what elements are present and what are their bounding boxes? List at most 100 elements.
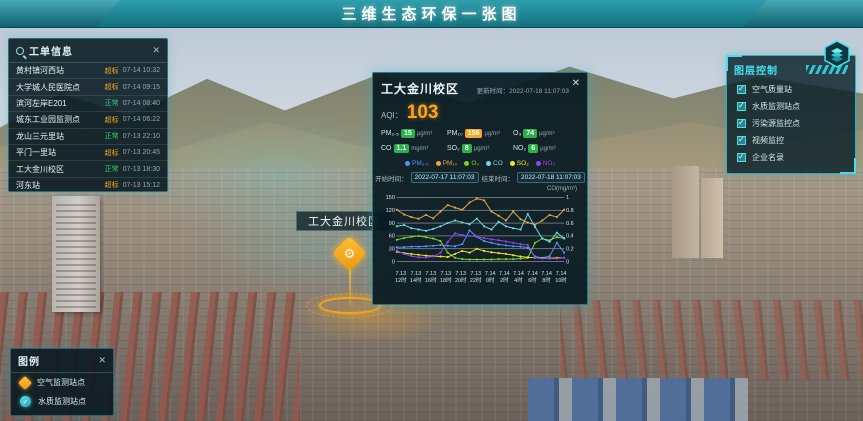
svg-text:0.4: 0.4 (566, 234, 574, 240)
alert-name: 滨河左岸E201 (16, 98, 101, 109)
close-icon[interactable]: ✕ (572, 78, 580, 89)
close-icon[interactable]: ✕ (152, 46, 160, 55)
pollutant-value-badge: 6 (528, 144, 538, 153)
layer-item[interactable]: 空气质量站 (727, 81, 855, 98)
alert-name: 城东工业园监测点 (16, 114, 101, 125)
layer-item[interactable]: 污染源监控点 (727, 115, 855, 132)
alert-name: 龙山三元里站 (16, 131, 101, 142)
alert-status-tag: 超标 (105, 180, 119, 190)
alert-time: 07-14 10:32 (123, 67, 160, 74)
x-axis-tick-label: 7.1312时 (395, 271, 407, 285)
layer-item[interactable]: 水质监测站点 (727, 98, 855, 115)
alert-row[interactable]: 龙山三元里站 正常 07-13 22:10 (9, 129, 167, 145)
x-axis-tick-label: 7.1410时 (555, 271, 567, 285)
alert-name: 黄村镇河西站 (16, 65, 101, 76)
chart-legend-item[interactable]: PM₂.₅ (405, 160, 429, 167)
alert-status-tag: 超标 (105, 82, 119, 92)
alert-row[interactable]: 平门一里站 超标 07-13 20:45 (9, 145, 167, 161)
legend-item-label: 空气监测站点 (37, 377, 85, 388)
legend-series-label: NO₂ (543, 160, 555, 167)
alert-list-panel: 工单信息 ✕ 黄村镇河西站 超标 07-14 10:32 大学城人民医院点 超标… (8, 38, 168, 192)
svg-text:0.2: 0.2 (566, 247, 574, 253)
checkbox[interactable] (737, 119, 746, 128)
chart-legend-item[interactable]: SO₂ (510, 160, 529, 167)
layer-panel-title: 图层控制 (734, 62, 778, 77)
svg-text:0: 0 (392, 259, 395, 265)
alert-time: 07-13 18:30 (123, 166, 160, 173)
map-legend-panel: 图例 ✕ 空气监测站点 ✓ 水质监测站点 (10, 348, 114, 416)
pollutant-grid: PM₂.₅ 15 μg/m³ PM₁₀ 156 μg/m³ O₃ 74 μg/m… (381, 129, 579, 153)
checkbox[interactable] (737, 85, 746, 94)
alert-name: 工大金川校区 (16, 164, 101, 175)
x-axis-labels: 7.1312时7.1314时7.1316时7.1318时7.1320时7.132… (381, 270, 579, 285)
legend-series-label: PM₁₀ (443, 160, 458, 167)
chart-legend-item[interactable]: O₃ (464, 160, 479, 167)
alert-time: 07-13 22:10 (123, 133, 160, 140)
alert-row[interactable]: 黄村镇河西站 超标 07-14 10:32 (9, 63, 167, 79)
tower-right-2 (701, 178, 723, 258)
checkbox[interactable] (737, 136, 746, 145)
alert-row[interactable]: 河东站 超标 07-13 15:12 (9, 178, 167, 194)
air-station-diamond-icon (18, 375, 32, 389)
alert-panel-header: 工单信息 ✕ (9, 39, 167, 63)
layer-item-label: 水质监测站点 (752, 101, 800, 112)
layer-item[interactable]: 视频监控 (727, 132, 855, 149)
alert-panel-title: 工单信息 (29, 43, 73, 58)
start-time-input[interactable]: 2022-07-17 11:07:03 (411, 172, 479, 183)
legend-color-dot (436, 161, 441, 166)
alert-time: 07-14 08:40 (123, 100, 160, 107)
chart-legend-item[interactable]: PM₁₀ (436, 160, 458, 167)
legend-color-dot (486, 161, 491, 166)
start-time-label: 开始时间： (375, 173, 408, 183)
alert-row[interactable]: 工大金川校区 正常 07-13 18:30 (9, 161, 167, 177)
legend-item: ✓ 水质监测站点 (11, 392, 113, 411)
x-axis-tick-label: 7.1314时 (410, 271, 422, 285)
residential-district-right (560, 300, 863, 380)
checkbox[interactable] (737, 102, 746, 111)
alert-status-tag: 正常 (105, 98, 119, 108)
alert-time: 07-14 06:22 (123, 116, 160, 123)
legend-color-dot (510, 161, 515, 166)
alert-name: 河东站 (16, 180, 101, 191)
station-detail-popup: ✕ 工大金川校区 更新时间：2022-07-18 11:07:03 AQI： 1… (372, 72, 588, 305)
pollutant-cell: CO 1.1 mg/m³ (381, 144, 447, 153)
layer-item-label: 污染源监控点 (752, 118, 800, 129)
x-axis-tick-label: 7.1322时 (470, 271, 482, 285)
pollutant-cell: PM₁₀ 156 μg/m³ (447, 129, 513, 138)
station-marker[interactable]: ⚙ (332, 236, 367, 271)
chart-legend-item[interactable]: CO (486, 160, 503, 167)
svg-text:90: 90 (389, 221, 395, 227)
aqi-label: AQI： (381, 110, 403, 121)
svg-text:30: 30 (389, 247, 395, 253)
layer-item[interactable]: 企业名录 (727, 149, 855, 166)
app-header: 三维生态环保一张图 (0, 0, 863, 28)
svg-text:0.6: 0.6 (566, 221, 574, 227)
checkbox[interactable] (737, 153, 746, 162)
x-axis-tick-label: 7.140时 (485, 271, 496, 285)
alert-row[interactable]: 大学城人民医院点 超标 07-14 09:15 (9, 79, 167, 95)
alert-row[interactable]: 滨河左岸E201 正常 07-14 08:40 (9, 96, 167, 112)
close-icon[interactable]: ✕ (98, 356, 106, 365)
pollutant-value-badge: 1.1 (394, 144, 410, 153)
alert-rows: 黄村镇河西站 超标 07-14 10:32 大学城人民医院点 超标 07-14 … (9, 63, 167, 194)
alert-name: 大学城人民医院点 (16, 82, 101, 93)
legend-series-label: PM₂.₅ (412, 160, 429, 167)
x-axis-tick-label: 7.1316时 (425, 271, 437, 285)
station-marker-icon: ⚙ (337, 241, 362, 266)
alert-row[interactable]: 城东工业园监测点 超标 07-14 06:22 (9, 112, 167, 128)
pollutant-cell: PM₂.₅ 15 μg/m³ (381, 129, 447, 138)
chart-legend-item[interactable]: NO₂ (536, 160, 555, 167)
end-time-input[interactable]: 2022-07-18 11:07:03 (517, 172, 585, 183)
pollutant-cell: SO₂ 8 μg/m³ (447, 144, 513, 153)
update-time: 更新时间：2022-07-18 11:07:03 (477, 85, 569, 95)
alert-time: 07-13 20:45 (123, 149, 160, 156)
pollutant-cell: O₃ 74 μg/m³ (513, 129, 579, 138)
alert-status-tag: 超标 (105, 115, 119, 125)
popup-title: 工大金川校区 (381, 80, 459, 97)
alert-time: 07-14 09:15 (123, 84, 160, 91)
x-axis-tick-label: 7.144时 (513, 271, 524, 285)
svg-text:60: 60 (389, 234, 395, 240)
layers-hexagon-icon[interactable] (823, 40, 851, 73)
pollutant-value-badge: 156 (465, 129, 483, 138)
page-title: 三维生态环保一张图 (341, 3, 521, 24)
